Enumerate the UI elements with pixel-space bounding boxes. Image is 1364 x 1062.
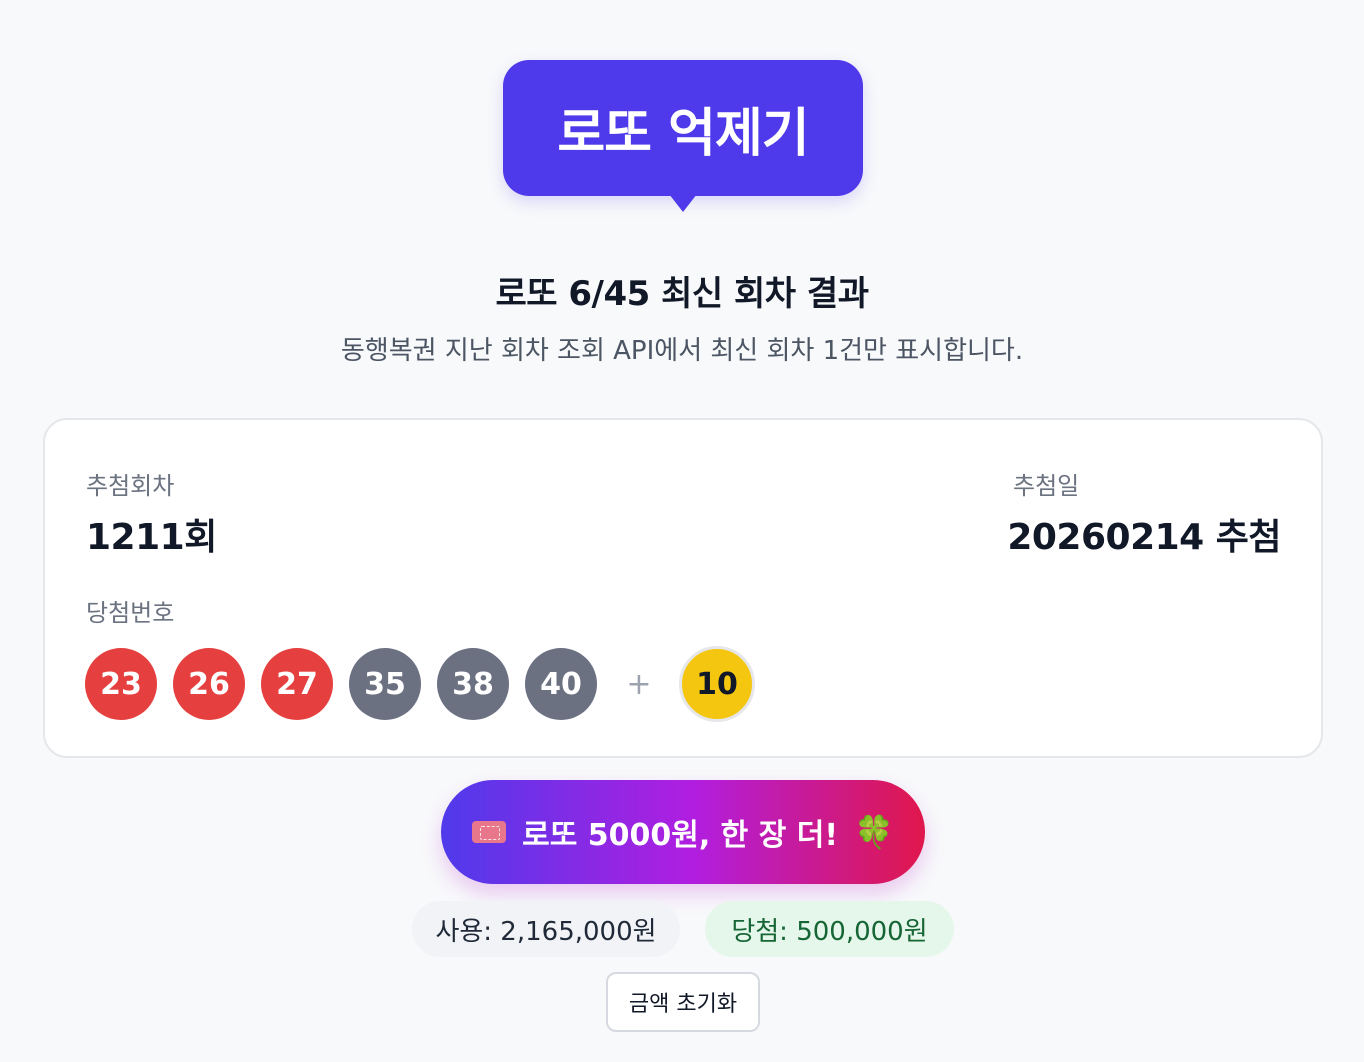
lotto-ball: 26 xyxy=(173,648,245,720)
reset-amount-label: 금액 초기화 xyxy=(628,992,738,1017)
round-label: 추첨회차 xyxy=(86,472,175,500)
plus-sign: + xyxy=(626,666,652,702)
four-leaf-clover-icon: 🍀 xyxy=(854,813,894,851)
spent-amount-badge: 사용: 2,165,000원 xyxy=(412,901,680,957)
buy-ticket-button[interactable]: 로또 5000원, 한 장 더! 🍀 xyxy=(441,780,925,884)
date-label: 추첨일 xyxy=(1013,472,1080,500)
lotto-ball: 23 xyxy=(85,648,157,720)
lotto-ball: 35 xyxy=(349,648,421,720)
lotto-ball: 40 xyxy=(525,648,597,720)
lotto-ball: 38 xyxy=(437,648,509,720)
app-title: 로또 억제기 xyxy=(557,103,809,164)
winning-numbers: 23 26 27 35 38 40 + 10 xyxy=(85,646,771,722)
round-value: 1211회 xyxy=(86,517,217,558)
lotto-ball: 27 xyxy=(261,648,333,720)
date-value: 20260214 추첨 xyxy=(1007,517,1281,558)
bubble-tail xyxy=(669,194,697,212)
winnings-amount: 당첨: 500,000원 xyxy=(731,916,928,947)
spent-amount: 사용: 2,165,000원 xyxy=(435,916,657,947)
result-card: 추첨회차 1211회 추첨일 20260214 추첨 당첨번호 23 26 27… xyxy=(43,418,1323,758)
app-title-bubble: 로또 억제기 xyxy=(503,60,863,196)
ticket-icon xyxy=(472,821,507,843)
reset-amount-button[interactable]: 금액 초기화 xyxy=(606,972,760,1032)
winnings-amount-badge: 당첨: 500,000원 xyxy=(705,901,954,957)
page-subtitle: 로또 6/45 최신 회차 결과 xyxy=(495,274,869,314)
app-root: 로또 억제기 로또 6/45 최신 회차 결과 동행복권 지난 회차 조회 AP… xyxy=(0,0,1364,1062)
winning-numbers-label: 당첨번호 xyxy=(86,599,175,627)
page-description: 동행복권 지난 회차 조회 API에서 최신 회차 1건만 표시합니다. xyxy=(340,336,1024,366)
buy-ticket-label: 로또 5000원, 한 장 더! xyxy=(522,818,839,853)
bonus-ball: 10 xyxy=(679,646,755,722)
